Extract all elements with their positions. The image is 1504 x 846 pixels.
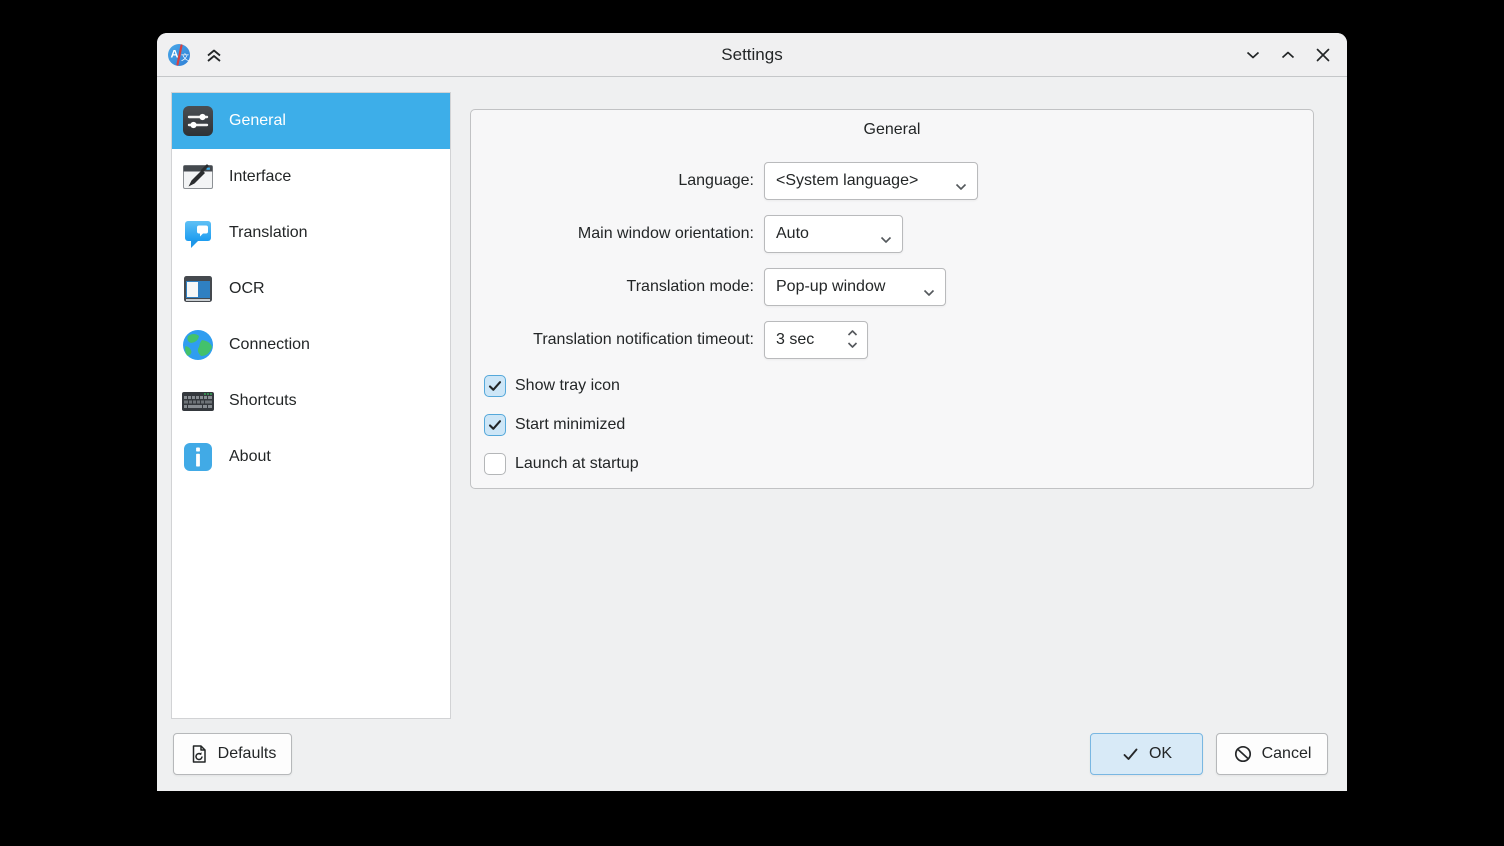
scanner-icon [180,271,216,307]
spin-down-icon [847,341,858,349]
checkbox-box[interactable] [484,414,506,436]
orientation-row: Main window orientation: Auto [471,215,1313,253]
launch-at-startup-checkbox[interactable]: Launch at startup [484,453,639,475]
timeout-value: 3 sec [776,331,814,349]
general-settings-group: General Language: <System language> Main… [470,109,1314,489]
info-icon [180,439,216,475]
chevron-down-icon [923,284,935,302]
settings-window: A 文 Settings [157,33,1347,791]
timeout-spinbox[interactable]: 3 sec [764,321,868,359]
chevron-down-icon [955,178,967,196]
orientation-label: Main window orientation: [471,215,754,253]
sidebar-item-general[interactable]: General [172,93,450,149]
keyboard-icon [180,383,216,419]
sidebar-item-label: Interface [229,168,291,186]
translation-mode-dropdown[interactable]: Pop-up window [764,268,946,306]
ok-button[interactable]: OK [1090,733,1203,775]
sliders-icon [180,103,216,139]
start-minimized-checkbox[interactable]: Start minimized [484,414,625,436]
checkbox-label: Show tray icon [515,375,620,397]
orientation-dropdown[interactable]: Auto [764,215,903,253]
timeout-label: Translation notification timeout: [471,321,754,359]
window-title: Settings [157,33,1347,76]
sidebar-item-label: Shortcuts [229,392,297,410]
groupbox-title: General [471,121,1313,139]
sidebar-item-label: General [229,112,286,130]
document-revert-icon [189,744,209,764]
cancel-button-label: Cancel [1262,745,1312,763]
settings-category-list: General Interface [171,92,451,719]
timeout-row: Translation notification timeout: 3 sec [471,321,1313,359]
spin-up-icon [847,329,858,337]
close-icon[interactable] [1311,43,1335,67]
sidebar-item-label: About [229,448,271,466]
language-value: <System language> [776,172,918,190]
sidebar-item-label: Connection [229,336,310,354]
checkbox-box[interactable] [484,375,506,397]
translation-mode-row: Translation mode: Pop-up window [471,268,1313,306]
sidebar-item-connection[interactable]: Connection [172,317,450,373]
language-row: Language: <System language> [471,162,1313,200]
minimize-icon[interactable] [1241,43,1265,67]
titlebar[interactable]: A 文 Settings [157,33,1347,77]
defaults-button[interactable]: Defaults [173,733,292,775]
sidebar-item-about[interactable]: About [172,429,450,485]
check-icon [487,417,503,433]
sidebar-item-ocr[interactable]: OCR [172,261,450,317]
cancel-button[interactable]: Cancel [1216,733,1328,775]
prohibition-icon [1233,744,1253,764]
language-label: Language: [471,162,754,200]
sidebar-item-label: Translation [229,224,308,242]
spinbox-arrows[interactable] [847,329,858,349]
translation-mode-label: Translation mode: [471,268,754,306]
checkbox-label: Start minimized [515,414,625,436]
chevron-down-icon [880,231,892,249]
paintbrush-window-icon [180,159,216,195]
language-dropdown[interactable]: <System language> [764,162,978,200]
screen-background: A 文 Settings [0,0,1504,846]
sidebar-item-label: OCR [229,280,265,298]
ok-button-label: OK [1149,745,1172,763]
check-icon [487,378,503,394]
checkbox-label: Launch at startup [515,453,639,475]
sidebar-item-translation[interactable]: Translation [172,205,450,261]
sidebar-item-interface[interactable]: Interface [172,149,450,205]
orientation-value: Auto [776,225,809,243]
defaults-button-label: Defaults [218,745,277,763]
check-icon [1121,745,1140,764]
show-tray-icon-checkbox[interactable]: Show tray icon [484,375,620,397]
translation-mode-value: Pop-up window [776,278,885,296]
sidebar-item-shortcuts[interactable]: Shortcuts [172,373,450,429]
maximize-icon[interactable] [1276,43,1300,67]
checkbox-box[interactable] [484,453,506,475]
globe-icon [180,327,216,363]
speech-bubble-icon [180,215,216,251]
